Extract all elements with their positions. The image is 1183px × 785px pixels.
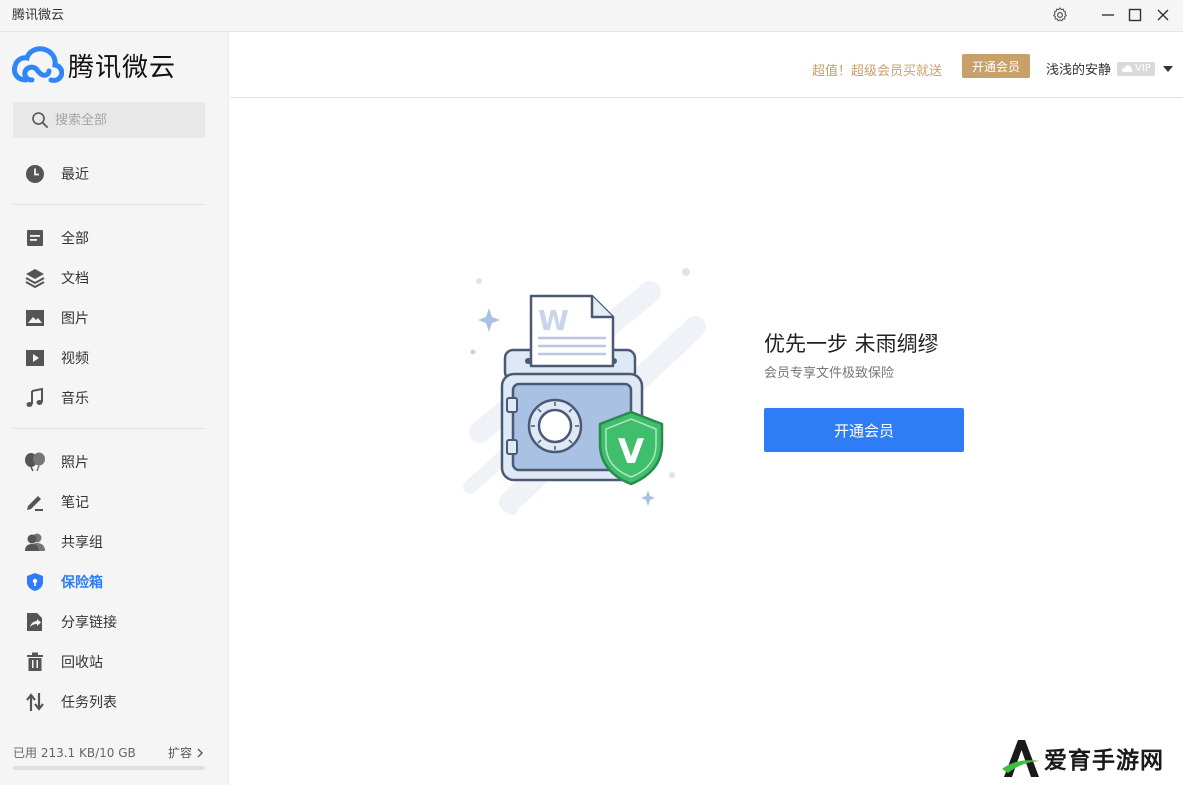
sidebar-item-label: 全部	[61, 231, 89, 247]
sidebar-item-task-list[interactable]: 任务列表	[0, 684, 229, 720]
safe-box-illustration: W V	[463, 268, 706, 515]
clock-icon	[24, 163, 46, 185]
transfer-icon	[24, 691, 46, 713]
search-input[interactable]	[55, 112, 195, 128]
hero-subtitle: 会员专享文件极致保险	[764, 366, 895, 381]
close-icon	[1157, 9, 1169, 21]
pen-icon	[24, 491, 46, 513]
storage-usage-text: 已用 213.1 KB/10 GB	[13, 746, 136, 760]
sidebar-item-label: 保险箱	[61, 575, 103, 591]
top-header: 超值！超级会员买就送 开通会员 浅浅的安静 VIP	[230, 32, 1183, 98]
user-menu[interactable]: 浅浅的安静 VIP	[1046, 59, 1173, 78]
all-files-icon	[24, 227, 46, 249]
open-vip-button[interactable]: 开通会员	[764, 408, 964, 452]
watermark-text: 爱育手游网	[1044, 748, 1164, 774]
title-bar: 腾讯微云	[0, 0, 1183, 32]
trash-icon	[24, 651, 46, 673]
storage-info: 已用 213.1 KB/10 GB 扩容	[13, 744, 205, 761]
join-vip-button[interactable]: 开通会员	[962, 54, 1030, 78]
shield-letter: V	[618, 432, 645, 472]
group-icon	[24, 531, 46, 553]
sidebar-item-label: 图片	[61, 311, 89, 327]
sidebar-item-label: 共享组	[61, 535, 103, 551]
sidebar-item-label: 文档	[61, 271, 89, 287]
sidebar-item-docs[interactable]: 文档	[0, 260, 229, 296]
photo-balloon-icon	[24, 451, 46, 473]
sidebar-item-recent[interactable]: 最近	[0, 156, 229, 192]
sidebar-item-videos[interactable]: 视频	[0, 340, 229, 376]
sidebar-item-label: 最近	[61, 167, 89, 183]
storage-progress-bar	[13, 766, 205, 770]
sidebar-item-share-group[interactable]: 共享组	[0, 524, 229, 560]
sidebar-item-share-links[interactable]: 分享链接	[0, 604, 229, 640]
sidebar-item-label: 分享链接	[61, 615, 117, 631]
promo-link[interactable]: 超值！超级会员买就送	[812, 60, 942, 79]
search-icon	[32, 112, 48, 128]
layers-icon	[24, 267, 46, 289]
minimize-icon	[1102, 14, 1114, 16]
sidebar-item-recycle-bin[interactable]: 回收站	[0, 644, 229, 680]
maximize-button[interactable]	[1122, 4, 1148, 26]
sidebar-item-music[interactable]: 音乐	[0, 380, 229, 416]
window-title: 腾讯微云	[12, 8, 65, 23]
hero-title: 优先一步 未雨绸缪	[764, 332, 939, 356]
sidebar-item-label: 照片	[61, 455, 89, 471]
video-icon	[24, 347, 46, 369]
sidebar-item-photos[interactable]: 照片	[0, 444, 229, 480]
doc-letter: W	[538, 304, 569, 337]
shield-icon	[24, 571, 46, 593]
vip-badge: VIP	[1117, 61, 1155, 76]
expand-label: 扩容	[167, 746, 192, 760]
sidebar-item-label: 笔记	[61, 495, 89, 511]
chevron-right-icon	[197, 748, 203, 757]
cloud-icon	[1121, 65, 1133, 72]
sidebar: 腾讯微云 最近 全部 文档 图片 视频	[0, 32, 229, 785]
sidebar-item-label: 任务列表	[61, 695, 117, 711]
sidebar-item-notes[interactable]: 笔记	[0, 484, 229, 520]
image-icon	[24, 307, 46, 329]
expand-storage-link[interactable]: 扩容	[168, 744, 205, 761]
sidebar-divider	[13, 428, 205, 429]
sidebar-item-images[interactable]: 图片	[0, 300, 229, 336]
sidebar-item-all[interactable]: 全部	[0, 220, 229, 256]
cloud-logo-icon	[12, 46, 64, 83]
settings-button[interactable]	[1047, 4, 1073, 26]
gear-icon	[1053, 7, 1067, 22]
sidebar-item-label: 音乐	[61, 391, 89, 407]
sidebar-item-safe-box[interactable]: 保险箱	[0, 564, 229, 600]
watermark-a-icon	[1002, 740, 1040, 777]
sidebar-divider	[13, 204, 205, 205]
vip-badge-text: VIP	[1135, 63, 1151, 74]
sidebar-item-label: 回收站	[61, 655, 103, 671]
watermark-logo: 爱育手游网	[1000, 737, 1164, 779]
maximize-icon	[1128, 8, 1142, 22]
username: 浅浅的安静	[1046, 63, 1112, 78]
music-icon	[24, 387, 46, 409]
logo-text: 腾讯微云	[68, 52, 177, 83]
close-button[interactable]	[1150, 4, 1176, 26]
caret-down-icon	[1162, 65, 1173, 72]
sidebar-item-label: 视频	[61, 351, 89, 367]
share-link-icon	[24, 611, 46, 633]
app-logo: 腾讯微云	[12, 44, 176, 86]
minimize-button[interactable]	[1095, 4, 1121, 26]
search-box[interactable]	[13, 102, 205, 138]
